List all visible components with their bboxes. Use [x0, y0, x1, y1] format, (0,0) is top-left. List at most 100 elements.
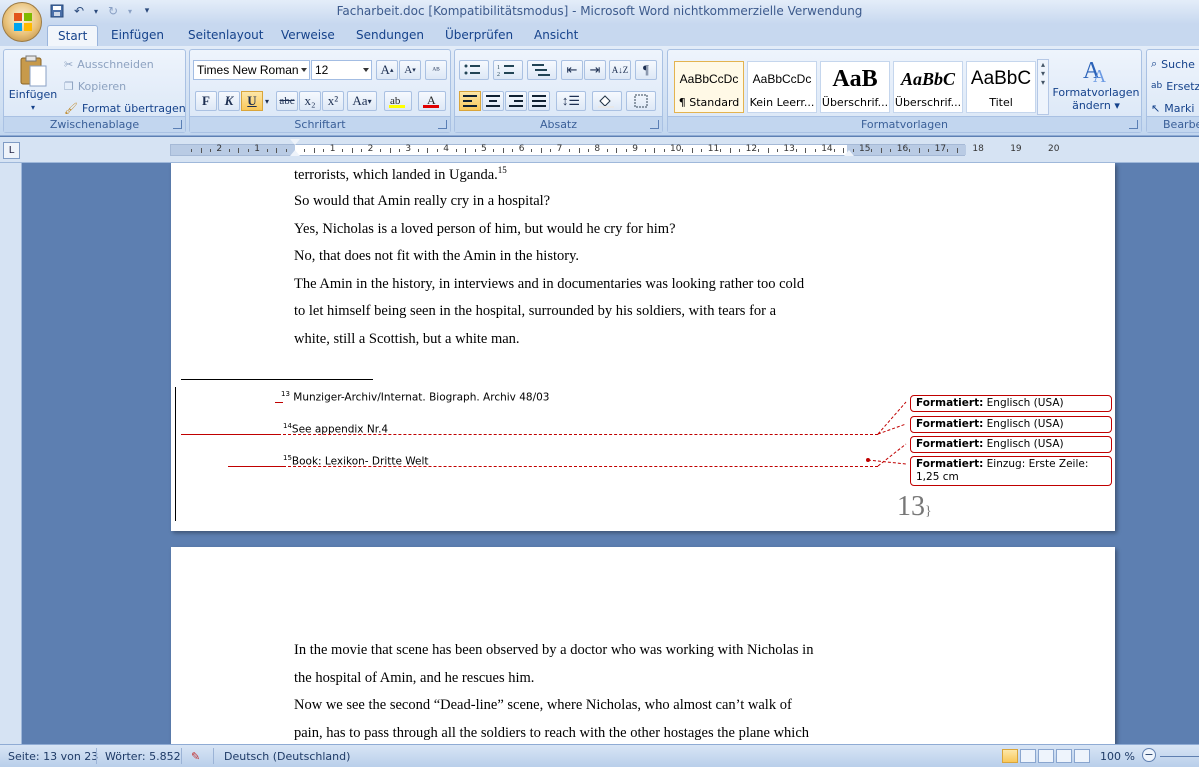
- ruler-tick: [625, 149, 627, 152]
- footnote-13[interactable]: 13 Munziger-Archiv/Internat. Biograph. A…: [281, 390, 549, 404]
- ruler-tick: [398, 149, 400, 152]
- styles-launcher-icon[interactable]: [1129, 120, 1138, 129]
- doc-line: to let himself being seen in the hospita…: [294, 303, 777, 319]
- underline-button[interactable]: U: [241, 91, 263, 111]
- clipboard-launcher-icon[interactable]: [173, 120, 182, 129]
- replace-button[interactable]: ab Ersetz: [1151, 77, 1199, 95]
- tab-ansicht[interactable]: Ansicht: [524, 25, 588, 46]
- draft-view-icon[interactable]: [1074, 749, 1090, 763]
- highlight-button[interactable]: ab: [384, 91, 412, 111]
- tab-selector-button[interactable]: L: [3, 142, 20, 159]
- replace-icon: ab: [1151, 81, 1163, 91]
- horizontal-ruler[interactable]: 2 1 1 2 3 4 5 6 7 8 9 10 11 12 13 14 15 16 17 18 19 20: [170, 139, 1059, 156]
- font-family-select[interactable]: Times New Roman: [193, 60, 310, 80]
- window-title: Facharbeit.doc [Kompatibilitätsmodus] - …: [336, 4, 863, 18]
- ruler-tick: [474, 149, 476, 152]
- tab-einfuegen[interactable]: Einfügen: [101, 25, 174, 46]
- first-line-indent-marker[interactable]: [290, 139, 300, 145]
- numbering-button[interactable]: 12: [493, 60, 523, 80]
- ruler-tick: [663, 149, 665, 152]
- bold-button[interactable]: F: [195, 91, 217, 111]
- ruler-tick: [266, 149, 268, 152]
- paste-button[interactable]: Einfügen ▾: [8, 54, 58, 114]
- tab-start[interactable]: Start: [47, 25, 99, 46]
- justify-button[interactable]: [528, 91, 550, 111]
- office-button[interactable]: [2, 2, 42, 42]
- ruler-tick: [805, 148, 807, 153]
- bullets-button[interactable]: [459, 60, 489, 80]
- borders-button[interactable]: [626, 91, 656, 111]
- tab-verweise[interactable]: Verweise: [271, 25, 345, 46]
- change-styles-button[interactable]: AA Formatvorlagen ändern ▾: [1051, 54, 1141, 112]
- language-status[interactable]: Deutsch (Deutschland): [224, 750, 350, 763]
- paragraph-launcher-icon[interactable]: [650, 120, 659, 129]
- outline-view-icon[interactable]: [1056, 749, 1072, 763]
- increase-indent-button[interactable]: ⇥: [584, 60, 606, 80]
- paste-dropdown-icon[interactable]: ▾: [31, 101, 35, 114]
- zoom-level[interactable]: 100 %: [1100, 750, 1135, 763]
- numbered-list-icon: 12: [497, 65, 514, 77]
- shrink-font-button[interactable]: A ▾: [399, 60, 421, 80]
- align-left-button[interactable]: [459, 91, 481, 111]
- change-case-button[interactable]: Aa ▾: [347, 91, 377, 111]
- revision-balloon[interactable]: Formatiert: Einzug: Erste Zeile: 1,25 cm: [910, 456, 1112, 486]
- hanging-indent-marker[interactable]: [290, 150, 300, 156]
- font-size-select[interactable]: 12: [311, 60, 372, 80]
- format-painter-button[interactable]: 🖌 Format übertragen: [64, 99, 186, 117]
- align-center-button[interactable]: [482, 91, 504, 111]
- ruler-tick: [956, 148, 958, 153]
- ruler-number: 17: [934, 144, 947, 154]
- underline-dropdown-icon[interactable]: ▾: [262, 91, 272, 111]
- print-layout-view-icon[interactable]: [1002, 749, 1018, 763]
- zoom-out-icon[interactable]: −: [1142, 748, 1156, 762]
- revision-balloon[interactable]: Formatiert: Englisch (USA): [910, 416, 1112, 433]
- doc-line: The Amin in the history, in interviews a…: [294, 276, 805, 292]
- subscript-button[interactable]: x₂: [299, 91, 321, 111]
- zoom-slider[interactable]: [1160, 756, 1199, 757]
- paint-bucket-icon: [598, 95, 614, 108]
- superscript-button[interactable]: x²: [322, 91, 344, 111]
- styles-gallery-scroll[interactable]: ▴ ▾ ▾: [1037, 59, 1049, 115]
- revision-balloon[interactable]: Formatiert: Englisch (USA): [910, 395, 1112, 412]
- grow-font-button[interactable]: A ▴: [376, 60, 398, 80]
- cut-button[interactable]: ✂ Ausschneiden: [64, 55, 154, 73]
- strikethrough-button[interactable]: abc: [276, 91, 298, 111]
- style-titel[interactable]: AaBbC Titel: [966, 61, 1036, 113]
- line-spacing-button[interactable]: ↕☰: [556, 91, 586, 111]
- doc-line: In the movie that scene has been observe…: [294, 642, 814, 658]
- style-ueberschrift-1[interactable]: AaB Überschrif...: [820, 61, 890, 113]
- ruler-tick: [606, 149, 608, 152]
- doc-line: white, still a Scottish, but a white man…: [294, 331, 520, 347]
- word-count-status[interactable]: Wörter: 5.852: [105, 750, 181, 763]
- proofing-icon[interactable]: ✎: [191, 750, 200, 763]
- align-right-button[interactable]: [505, 91, 527, 111]
- style-standard[interactable]: AaBbCcDc ¶ Standard: [674, 61, 744, 113]
- select-button[interactable]: ↖ Marki: [1151, 99, 1194, 117]
- style-ueberschrift-2[interactable]: AaBbC Überschrif...: [893, 61, 963, 113]
- ruler-number: 9: [632, 144, 638, 154]
- multilevel-list-button[interactable]: [527, 60, 557, 80]
- italic-button[interactable]: K: [218, 91, 240, 111]
- copy-button[interactable]: ❐ Kopieren: [64, 77, 126, 95]
- ruler-number: 7: [556, 144, 563, 154]
- full-screen-reading-view-icon[interactable]: [1020, 749, 1036, 763]
- page-count-status[interactable]: Seite: 13 von 23: [8, 750, 98, 763]
- clear-formatting-button[interactable]: ᴬᴮ: [425, 60, 447, 80]
- ruler-tick: [228, 149, 230, 152]
- sort-button[interactable]: A↓Z: [609, 60, 631, 80]
- find-button[interactable]: ⌕ Suche: [1151, 55, 1195, 73]
- show-marks-button[interactable]: ¶: [635, 60, 657, 80]
- decrease-indent-button[interactable]: ⇤: [561, 60, 583, 80]
- style-kein-leerraum[interactable]: AaBbCcDc Kein Leerr...: [747, 61, 817, 113]
- tab-seitenlayout[interactable]: Seitenlayout: [178, 25, 273, 46]
- font-launcher-icon[interactable]: [438, 120, 447, 129]
- ribbon-tabs: Start Einfügen Seitenlayout Verweise Sen…: [0, 24, 1199, 46]
- revision-balloon[interactable]: Formatiert: Englisch (USA): [910, 436, 1112, 453]
- shading-button[interactable]: [592, 91, 622, 111]
- tab-sendungen[interactable]: Sendungen: [346, 25, 434, 46]
- page-14[interactable]: In the movie that scene has been observe…: [171, 547, 1115, 744]
- tab-ueberpruefen[interactable]: Überprüfen: [435, 25, 523, 46]
- ruler-tick: [569, 149, 571, 152]
- web-layout-view-icon[interactable]: [1038, 749, 1054, 763]
- font-color-button[interactable]: A: [418, 91, 446, 111]
